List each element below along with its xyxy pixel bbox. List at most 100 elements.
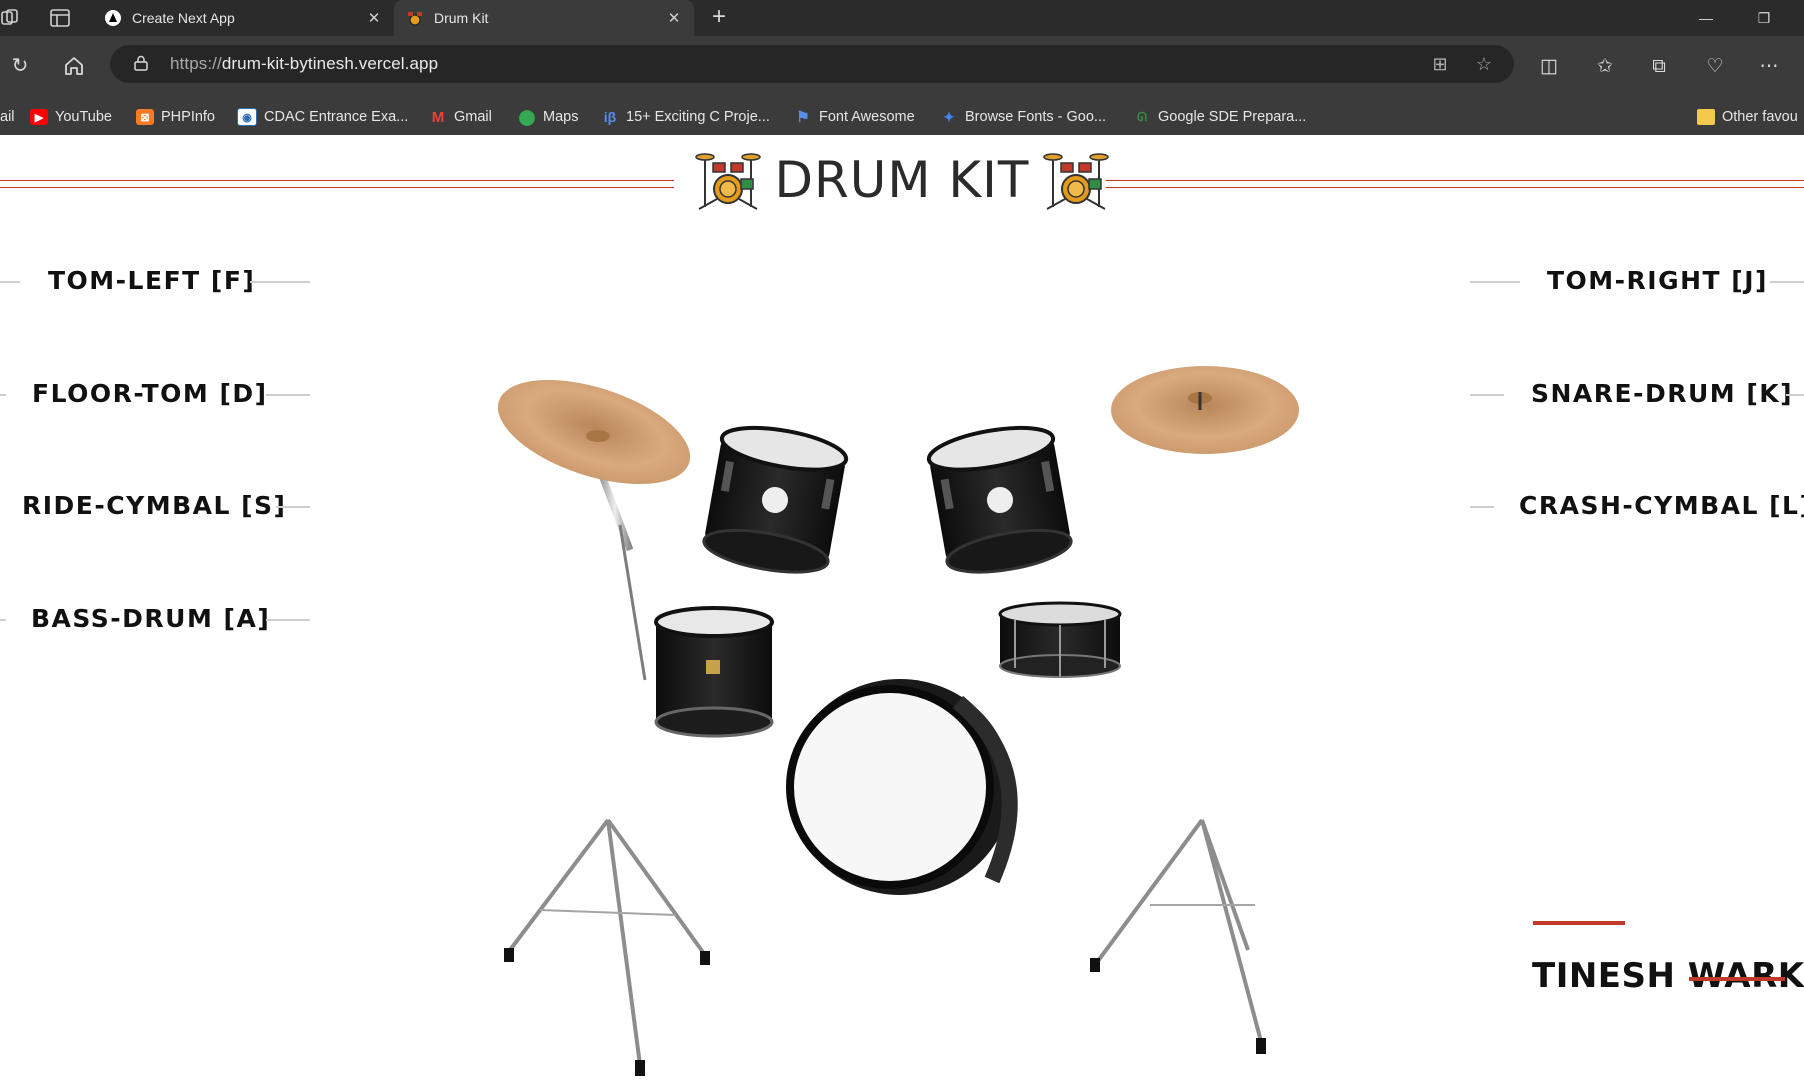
floor-tom-drum[interactable] [654,606,774,738]
minimize-button[interactable]: — [1694,6,1718,30]
maps-icon: ⬤ [518,109,536,126]
key-dash [250,281,310,283]
address-bar-row: ↻ https://drum-kit-bytinesh.vercel.app ⊞… [0,36,1804,100]
tab-actions-icon[interactable] [50,9,70,27]
bookmark-phpinfo[interactable]: ⊠ PHPInfo [136,107,215,127]
bookmarks-bar: ail ▶ YouTube ⊠ PHPInfo ◉ CDAC Entrance … [0,100,1804,135]
url-host: drum-kit-bytinesh.vercel.app [221,54,439,73]
signature-accent-bar [1689,977,1785,981]
close-tab-icon[interactable]: ✕ [364,8,384,28]
header-rule [1106,180,1804,181]
workspaces-icon[interactable] [0,9,20,27]
bookmark-cdac[interactable]: ◉ CDAC Entrance Exa... [237,107,408,127]
url-scheme: https:// [170,54,222,73]
bookmark-gmail[interactable]: M Gmail [429,107,492,127]
cdac-icon: ◉ [237,108,257,126]
google-fonts-icon: ✦ [943,108,955,125]
bookmark-label: Font Awesome [819,109,915,125]
key-dash [1786,394,1804,396]
tom-right-drum[interactable] [926,420,1074,580]
more-menu-icon[interactable]: ⋯ [1756,54,1782,80]
key-tom-left[interactable]: TOM-LEFT [F] [48,266,255,295]
bookmark-font-awesome[interactable]: ⚑ Font Awesome [794,107,915,127]
ib-icon: iβ [603,109,617,125]
drum-kit-favicon [406,9,424,27]
key-ride-cymbal[interactable]: RIDE-CYMBAL [S] [22,491,286,520]
nextjs-icon [104,9,122,27]
bookmark-label: YouTube [55,109,112,125]
tab-bar: Create Next App ✕ Drum Kit ✕ + — ❐ [0,0,1804,36]
drum-kit-emoji-icon [1043,153,1110,210]
key-dash [1470,394,1504,396]
folder-icon [1697,109,1715,125]
bookmark-mail[interactable]: ail [0,107,15,127]
bookmark-label: CDAC Entrance Exa... [264,109,409,125]
drum-kit-page: DRUM KIT TOM-LEFT [F] FLOOR-TOM [D] RIDE… [0,135,1804,1076]
xampp-icon: ⊠ [136,109,154,125]
tab-title: Create Next App [132,10,235,26]
key-crash-cymbal[interactable]: CRASH-CYMBAL [L] [1519,491,1804,520]
drum-kit-emoji-icon [694,153,761,210]
tab-create-next-app[interactable]: Create Next App ✕ [92,0,394,36]
snare-drum[interactable] [998,601,1122,678]
crash-cymbal[interactable] [1090,366,1299,1054]
url-text: https://drum-kit-bytinesh.vercel.app [170,54,438,74]
close-tab-icon[interactable]: ✕ [664,8,684,28]
drum-kit-illustration [497,366,1299,1076]
bass-drum[interactable] [786,679,1018,895]
split-screen-icon[interactable]: ◫ [1536,54,1562,80]
bookmark-youtube[interactable]: ▶ YouTube [30,107,112,127]
bookmark-label: 15+ Exciting C Proje... [626,109,770,125]
restore-button[interactable]: ❐ [1752,6,1776,30]
tab-title: Drum Kit [434,10,489,26]
browser-essentials-icon[interactable]: ♡ [1702,54,1728,80]
bookmark-other-favourites[interactable]: Other favou [1697,107,1798,127]
page-title: DRUM KIT [774,151,1030,209]
url-field[interactable]: https://drum-kit-bytinesh.vercel.app ⊞ ☆ [110,45,1514,83]
key-dash [1770,281,1804,283]
page-header: DRUM KIT [684,145,1120,215]
bookmark-c-projects[interactable]: iβ 15+ Exciting C Proje... [601,107,770,127]
new-tab-button[interactable]: + [706,5,732,31]
key-dash [1470,281,1520,283]
key-tom-right[interactable]: TOM-RIGHT [J] [1547,266,1768,295]
key-floor-tom[interactable]: FLOOR-TOM [D] [32,379,268,408]
key-dash [1470,506,1494,508]
bookmark-label: PHPInfo [161,109,215,125]
bookmark-label: Maps [543,109,579,125]
favorite-star-icon[interactable]: ☆ [1474,54,1494,74]
header-rule [1106,187,1804,188]
key-dash [266,394,310,396]
header-rule [0,180,674,181]
key-snare-drum[interactable]: SNARE-DRUM [K] [1531,379,1793,408]
key-bass-drum[interactable]: BASS-DRUM [A] [31,604,270,633]
home-icon[interactable] [62,54,86,78]
bookmark-google-sde[interactable]: ᘏ Google SDE Prepara... [1133,107,1306,127]
bookmark-label: Browse Fonts - Goo... [965,109,1107,125]
author-signature: TINESH WARKE [1532,956,1804,996]
key-dash [276,506,310,508]
bookmark-google-fonts[interactable]: ✦ Browse Fonts - Goo... [940,107,1106,127]
key-dash [0,281,20,283]
gmail-icon: M [431,108,445,126]
bookmark-label: Gmail [454,109,492,125]
header-rule [0,187,674,188]
favorites-icon[interactable]: ✩ [1592,54,1618,80]
collections-icon[interactable]: ⧉ [1646,54,1672,80]
refresh-icon[interactable]: ↻ [8,54,32,78]
bookmark-label: Google SDE Prepara... [1158,109,1307,125]
flag-icon: ⚑ [796,109,810,126]
key-dash [266,619,310,621]
tab-drum-kit[interactable]: Drum Kit ✕ [394,0,694,36]
gfg-icon: ᘏ [1137,109,1147,124]
key-dash [0,394,6,396]
bookmark-maps[interactable]: ⬤ Maps [518,107,579,127]
bookmark-label: ail [0,109,15,125]
youtube-icon: ▶ [30,109,48,125]
app-available-icon[interactable]: ⊞ [1430,54,1450,74]
key-dash [0,619,6,621]
lock-icon[interactable] [134,55,148,71]
signature-accent-bar [1533,921,1625,925]
bookmark-label: Other favou [1722,109,1798,125]
tom-left-drum[interactable] [701,420,849,580]
